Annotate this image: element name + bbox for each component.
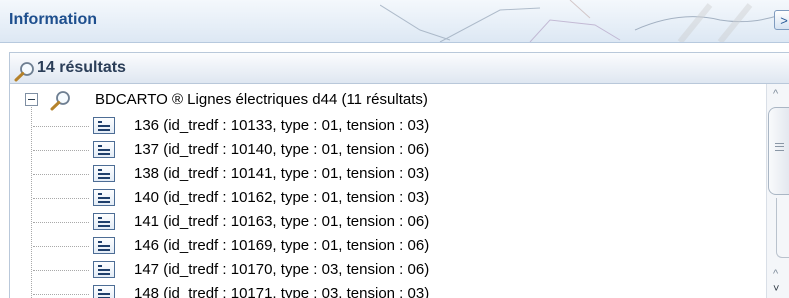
search-icon (14, 62, 34, 82)
list-item[interactable]: 137 (id_tredf : 10140, type : 01, tensio… (0, 138, 760, 162)
results-count: 14 résultats (37, 59, 126, 76)
feature-icon (93, 237, 115, 254)
feature-icon (93, 261, 115, 278)
tree-connector (33, 294, 89, 295)
feature-icon (93, 189, 115, 206)
list-item[interactable]: 148 (id_tredf : 10171, type : 03, tensio… (0, 282, 760, 298)
tree-connector (33, 270, 89, 271)
list-item[interactable]: 141 (id_tredf : 10163, type : 01, tensio… (0, 210, 760, 234)
results-header (9, 52, 789, 84)
list-item-label: 137 (id_tredf : 10140, type : 01, tensio… (134, 141, 430, 158)
list-item-label: 148 (id_tredf : 10171, type : 03, tensio… (134, 285, 430, 298)
list-item-label: 147 (id_tredf : 10170, type : 03, tensio… (134, 261, 430, 278)
collapse-button[interactable]: > (774, 10, 789, 30)
list-item[interactable]: 136 (id_tredf : 10133, type : 01, tensio… (0, 114, 760, 138)
feature-icon (93, 117, 115, 134)
tree-connector (33, 174, 89, 175)
tree-connector (33, 126, 89, 127)
scrollbar-track-edge (776, 198, 789, 258)
feature-icon (93, 285, 115, 298)
feature-icon (93, 165, 115, 182)
feature-icon (93, 141, 115, 158)
scroll-up-arrow-icon[interactable]: ^ (773, 88, 778, 100)
tree-connector (33, 150, 89, 151)
list-item-label: 146 (id_tredf : 10169, type : 01, tensio… (134, 237, 430, 254)
list-item[interactable]: 138 (id_tredf : 10141, type : 01, tensio… (0, 162, 760, 186)
list-item-label: 141 (id_tredf : 10163, type : 01, tensio… (134, 213, 430, 230)
list-item[interactable]: 140 (id_tredf : 10162, type : 01, tensio… (0, 186, 760, 210)
tree-collapse-toggle[interactable] (25, 93, 38, 106)
panel-title: Information (9, 11, 97, 28)
scrollbar-grip-icon (775, 143, 784, 151)
tree-connector (33, 222, 89, 223)
list-item[interactable]: 146 (id_tredf : 10169, type : 01, tensio… (0, 234, 760, 258)
tree-connector (33, 198, 89, 199)
panel-title-bar: Information > (0, 0, 789, 43)
map-background (380, 0, 781, 42)
list-item-label: 140 (id_tredf : 10162, type : 01, tensio… (134, 189, 430, 206)
search-icon (50, 91, 70, 111)
feature-icon (93, 213, 115, 230)
information-panel: Information > 14 résultats BDCARTO ® Lig… (0, 0, 789, 298)
scrollbar-thumb[interactable] (768, 107, 789, 195)
list-item-label: 136 (id_tredf : 10133, type : 01, tensio… (134, 117, 430, 134)
tree-connector (33, 246, 89, 247)
list-item-label: 138 (id_tredf : 10141, type : 01, tensio… (134, 165, 430, 182)
scroll-down-arrow-icon[interactable]: ˅ (773, 283, 779, 295)
tree-root-label[interactable]: BDCARTO ® Lignes électriques d44 (11 rés… (95, 91, 428, 108)
list-item[interactable]: 147 (id_tredf : 10170, type : 03, tensio… (0, 258, 760, 282)
scroll-arrow-icon[interactable]: ^ (773, 268, 778, 280)
